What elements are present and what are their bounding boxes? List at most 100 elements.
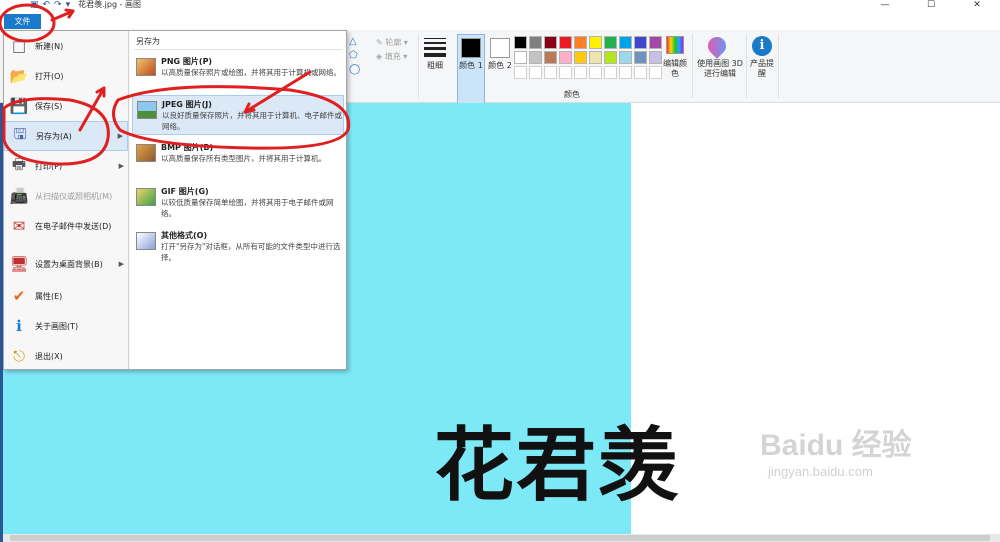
palette-color-swatch[interactable] [604, 51, 617, 64]
menu-item-exit[interactable]: ⎋ 退出(X) [4, 341, 128, 371]
palette-color-swatch[interactable] [604, 36, 617, 49]
custom-color-slot[interactable] [544, 66, 557, 79]
palette-color-swatch[interactable] [514, 51, 527, 64]
palette-color-swatch[interactable] [649, 36, 662, 49]
palette-color-swatch[interactable] [529, 51, 542, 64]
palette-color-swatch[interactable] [529, 36, 542, 49]
scrollbar-thumb[interactable] [10, 535, 990, 541]
thickness-label: 粗细 [427, 61, 443, 70]
fill-dropdown[interactable]: ◈ 填充 ▾ [376, 51, 407, 62]
email-icon: ✉ [12, 217, 26, 235]
baidu-watermark: Baidu 经验 jingyan.baidu.com [760, 428, 912, 479]
menu-item-email[interactable]: ✉ 在电子邮件中发送(D) [4, 211, 128, 241]
menu-item-save[interactable]: 💾 保存(S) [4, 91, 128, 121]
save-as-other-formats[interactable]: 其他格式(O) 打开"另存为"对话框，从所有可能的文件类型中进行选择。 [132, 227, 344, 267]
palette-color-swatch[interactable] [544, 36, 557, 49]
properties-check-icon: ✔ [12, 287, 26, 305]
customize-chevron-icon[interactable]: ▾ [66, 0, 71, 10]
save-as-icon: 🖫 [13, 124, 27, 143]
file-menu-commands: □ 新建(N) 📂 打开(O) 💾 保存(S) 🖫 另存为(A) ▶ 🖶 打印(… [4, 31, 128, 369]
custom-color-slot[interactable] [649, 66, 662, 79]
triangle-shape-icon[interactable]: △ [349, 36, 357, 47]
custom-color-slot[interactable] [514, 66, 527, 79]
palette-color-swatch[interactable] [619, 36, 632, 49]
palette-color-swatch[interactable] [634, 51, 647, 64]
pentagon-shape-icon[interactable]: ⬠ [349, 50, 358, 61]
menu-item-save-as[interactable]: 🖫 另存为(A) ▶ [4, 121, 128, 151]
outline-dropdown[interactable]: ✎ 轮廓 ▾ [376, 37, 408, 48]
save-as-bmp[interactable]: BMP 图片(B) 以高质量保存所有类型图片，并将其用于计算机。 [132, 139, 344, 179]
print-icon: 🖶 [11, 154, 27, 173]
other-formats-icon [136, 232, 156, 250]
callout-shape-icon[interactable]: ◯ [349, 64, 360, 75]
group-separator [746, 34, 747, 98]
maximize-button[interactable]: ☐ [908, 0, 954, 10]
submenu-title-divider [134, 49, 342, 50]
save-as-jpeg[interactable]: JPEG 图片(J) 以良好质量保存照片，并将其用于计算机、电子邮件或网络。 [132, 95, 344, 135]
menu-item-scanner: 📠 从扫描仪或照相机(M) [9, 187, 113, 205]
palette-color-swatch[interactable] [619, 51, 632, 64]
palette-color-swatch[interactable] [634, 36, 647, 49]
palette-color-swatch[interactable] [574, 51, 587, 64]
custom-color-slot[interactable] [604, 66, 617, 79]
custom-color-slot[interactable] [529, 66, 542, 79]
palette-color-swatch[interactable] [559, 51, 572, 64]
menu-item-open[interactable]: 📂 打开(O) [4, 61, 128, 91]
paint3d-icon[interactable] [704, 33, 730, 59]
jpeg-image-icon [137, 101, 157, 119]
file-tab[interactable]: 文件 [4, 14, 41, 29]
custom-color-slot[interactable] [589, 66, 602, 79]
submenu-arrow-icon: ▶ [118, 260, 124, 268]
submenu-arrow-icon: ▶ [117, 132, 123, 140]
submenu-title: 另存为 [136, 37, 160, 46]
color2-label: 颜色 2 [488, 61, 512, 70]
palette-color-swatch[interactable] [514, 36, 527, 49]
color1-label: 颜色 1 [459, 61, 483, 70]
custom-color-slot[interactable] [634, 66, 647, 79]
save-as-gif[interactable]: GIF 图片(G) 以较低质量保存简单绘图，并将其用于电子邮件或网络。 [132, 183, 344, 223]
scanner-icon: 📠 [9, 187, 29, 205]
menu-item-desktop-background[interactable]: 🖥 设置为桌面背景(B) ▶ [4, 249, 128, 279]
thickness-icon[interactable] [424, 38, 446, 57]
palette-color-swatch[interactable] [589, 51, 602, 64]
menu-item-about[interactable]: ℹ 关于画图(T) [4, 311, 128, 341]
edit-colors-icon[interactable] [666, 36, 684, 54]
group-separator [418, 34, 419, 98]
color1-swatch [461, 38, 481, 58]
watermark-sub: jingyan.baidu.com [768, 464, 873, 479]
palette-color-swatch[interactable] [574, 36, 587, 49]
paint3d-label: 使用画图 3D 进行编辑 [697, 59, 743, 78]
color-palette [514, 36, 662, 81]
save-icon: 💾 [9, 97, 29, 115]
close-button[interactable]: ✕ [954, 0, 1000, 10]
canvas-image-text: 花君羡 [434, 419, 680, 512]
menu-item-new[interactable]: □ 新建(N) [4, 31, 128, 61]
colors-group-label: 颜色 [564, 90, 580, 99]
menu-divider [128, 31, 129, 369]
product-alert-icon[interactable]: i [752, 36, 772, 56]
group-separator [778, 34, 779, 98]
menu-item-print[interactable]: 🖶 打印(P) ▶ [4, 151, 128, 181]
bmp-image-icon [136, 144, 156, 162]
palette-color-swatch[interactable] [559, 36, 572, 49]
custom-color-slot[interactable] [559, 66, 572, 79]
save-quick-icon[interactable]: ▣ [30, 0, 39, 10]
redo-icon[interactable]: ↷ [54, 0, 62, 10]
palette-color-swatch[interactable] [544, 51, 557, 64]
horizontal-scrollbar[interactable] [0, 534, 1000, 542]
save-as-submenu: 另存为 PNG 图片(P) 以高质量保存照片或绘图，并将其用于计算机或网络。 J… [130, 31, 346, 369]
save-as-png[interactable]: PNG 图片(P) 以高质量保存照片或绘图，并将其用于计算机或网络。 [132, 53, 344, 93]
quick-access-toolbar: ▣ ↶ ↷ ▾ [30, 0, 70, 10]
custom-color-slot[interactable] [619, 66, 632, 79]
palette-color-swatch[interactable] [589, 36, 602, 49]
undo-icon[interactable]: ↶ [43, 0, 51, 10]
custom-color-slot[interactable] [574, 66, 587, 79]
minimize-button[interactable]: — [862, 0, 908, 10]
palette-color-swatch[interactable] [649, 51, 662, 64]
desktop-background-icon: 🖥 [9, 255, 29, 273]
color2-swatch[interactable] [490, 38, 510, 58]
open-folder-icon: 📂 [9, 67, 29, 85]
ribbon-tab-strip [0, 10, 1000, 30]
png-image-icon [136, 58, 156, 76]
menu-item-properties[interactable]: ✔ 属性(E) [4, 281, 128, 311]
